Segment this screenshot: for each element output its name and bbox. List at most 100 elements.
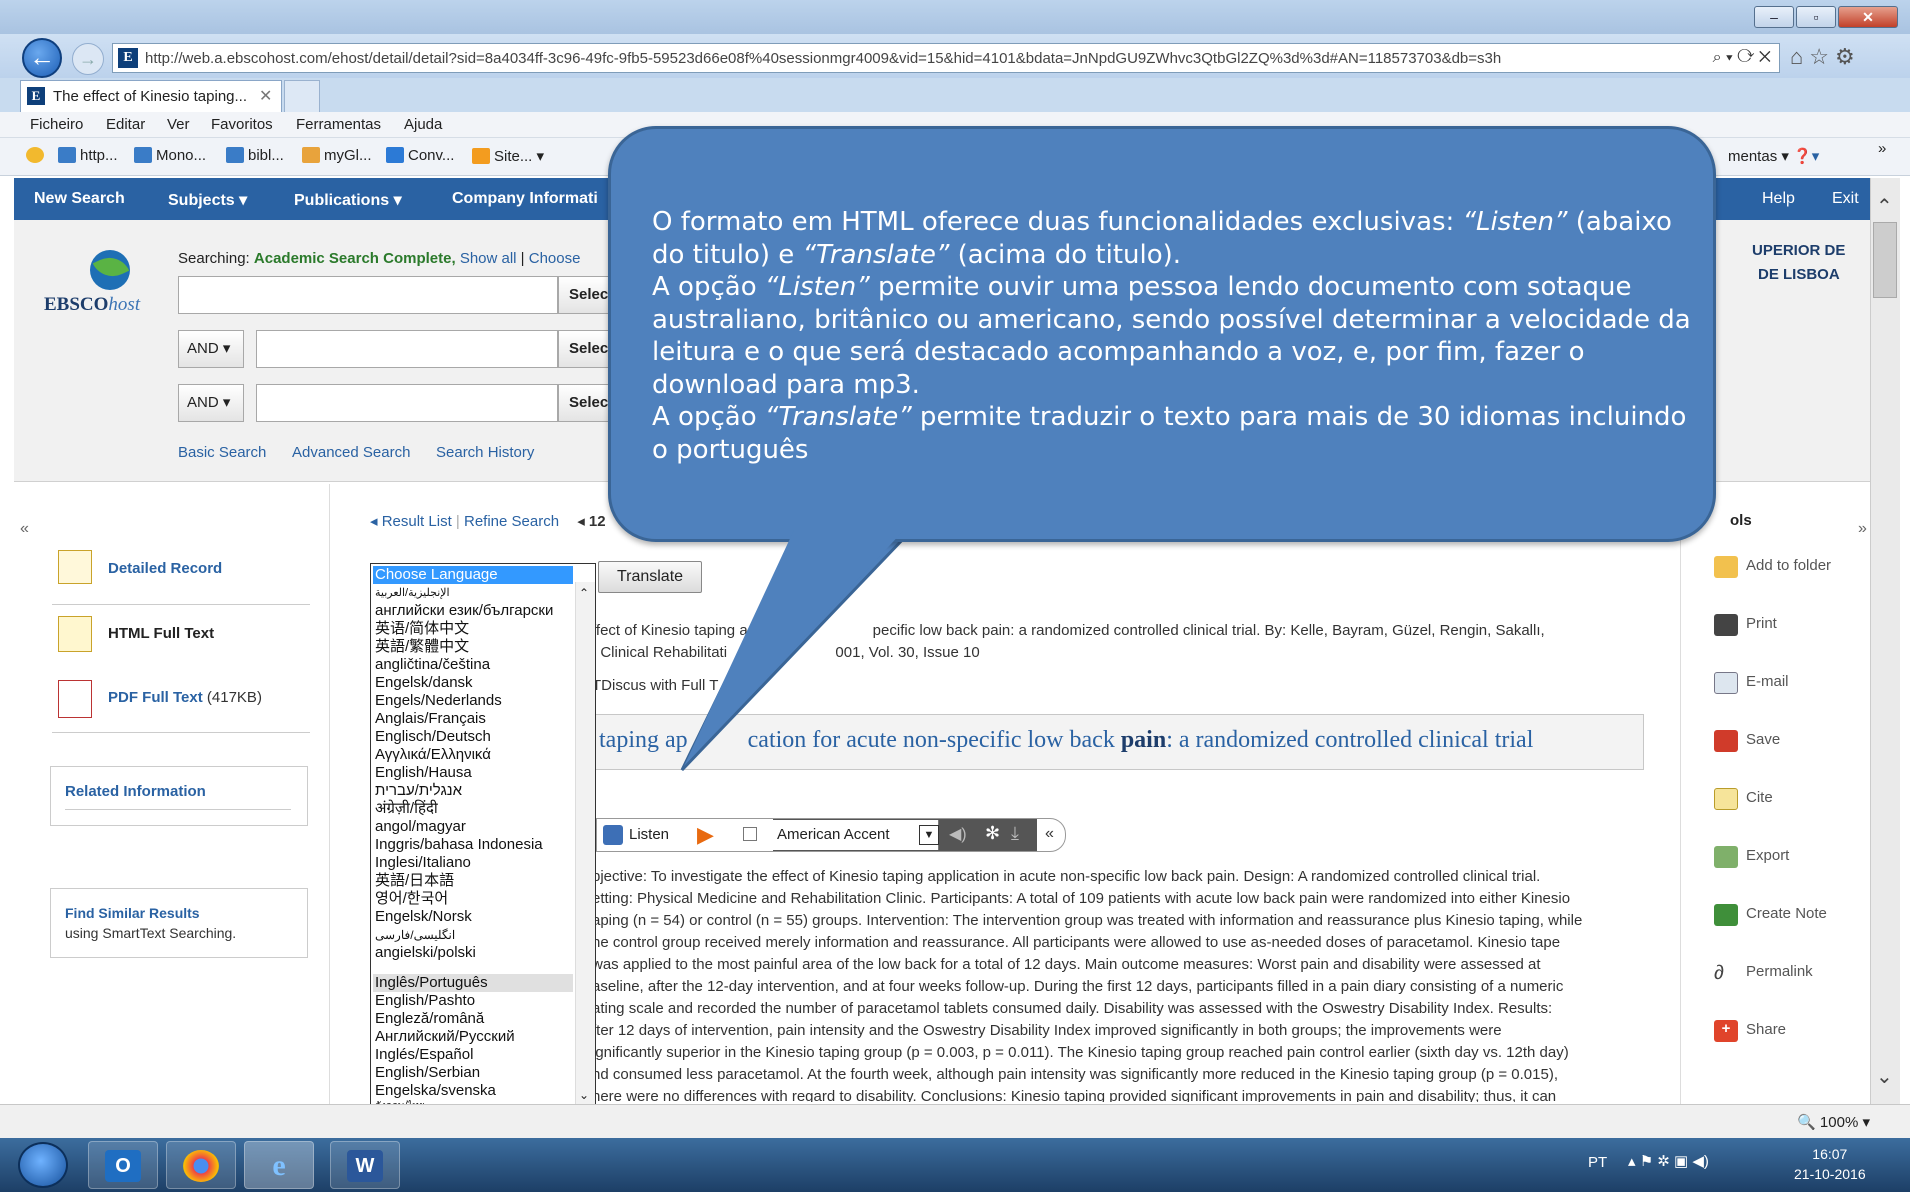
tool-share[interactable]: Share (1746, 1021, 1786, 1038)
close-window-button[interactable]: ✕ (1838, 6, 1898, 28)
fav-item-6[interactable]: Site... ▾ (472, 147, 544, 165)
boolean-select-1[interactable]: AND ▾ (178, 330, 244, 368)
tool-permalink[interactable]: Permalink (1746, 963, 1813, 980)
show-all-link[interactable]: Show all (460, 250, 517, 267)
language-option[interactable]: अंग्रेज़ी/हिंदी (375, 800, 438, 818)
gear-icon[interactable]: ✻ (985, 823, 1000, 844)
scroll-up-icon[interactable]: ⌃ (1876, 194, 1893, 219)
help-icon[interactable]: ❓▾ (1793, 148, 1819, 165)
language-option[interactable]: Αγγλικά/Ελληνικά (375, 746, 491, 764)
nav-new-search[interactable]: New Search (34, 190, 125, 208)
language-option[interactable]: Английский/Русский (375, 1028, 515, 1046)
fav-item-3[interactable]: bibl... (226, 147, 284, 164)
menu-editar[interactable]: Editar (106, 116, 145, 133)
language-option[interactable]: English/Serbian (375, 1064, 480, 1082)
taskbar-outlook[interactable]: O (88, 1141, 158, 1189)
language-option[interactable]: 영어/한국어 (375, 890, 448, 908)
chevron-down-icon[interactable]: ⌄ (579, 1088, 589, 1102)
collapse-player-icon[interactable]: « (1045, 825, 1054, 843)
menu-ajuda[interactable]: Ajuda (404, 116, 442, 133)
result-list-link[interactable]: ◂ Result List (370, 513, 452, 530)
choose-databases-link[interactable]: Choose (529, 250, 581, 267)
refine-search-link[interactable]: Refine Search (464, 513, 559, 530)
zoom-control[interactable]: 🔍 100% ▾ (1797, 1113, 1870, 1131)
fav-item-1[interactable]: http... (58, 147, 118, 164)
language-option[interactable]: Engleză/română (375, 1010, 484, 1028)
language-option[interactable]: Engels/Nederlands (375, 692, 502, 710)
taskbar-chrome[interactable] (166, 1141, 236, 1189)
language-option[interactable]: 英语/简体中文 (375, 620, 469, 638)
play-icon[interactable]: ▶ (697, 822, 714, 848)
translate-button[interactable]: Translate (598, 561, 702, 593)
scroll-down-icon[interactable]: ⌄ (1876, 1064, 1893, 1089)
taskbar-word[interactable]: W (330, 1141, 400, 1189)
language-option[interactable]: angielski/polski (375, 944, 476, 962)
language-option[interactable]: Choose Language (375, 566, 498, 584)
search-input-1[interactable] (178, 276, 558, 314)
fav-item-5[interactable]: Conv... (386, 147, 454, 164)
language-option[interactable]: angol/magyar (375, 818, 466, 836)
language-option[interactable]: 英語/日本語 (375, 872, 454, 890)
search-history-link[interactable]: Search History (436, 444, 534, 461)
download-icon[interactable]: ⤓ (1011, 823, 1019, 844)
language-option[interactable]: английски език/български (375, 602, 553, 620)
tool-save[interactable]: Save (1746, 731, 1780, 748)
find-similar-link[interactable]: Find Similar Results (65, 905, 200, 921)
language-option-selected[interactable]: Inglês/Português (375, 974, 488, 992)
tool-email[interactable]: E-mail (1746, 673, 1789, 690)
collapse-right-icon[interactable]: » (1858, 520, 1867, 538)
menu-favoritos[interactable]: Favoritos (211, 116, 273, 133)
fav-item-2[interactable]: Mono... (134, 147, 206, 164)
tool-print[interactable]: Print (1746, 615, 1777, 632)
advanced-search-link[interactable]: Advanced Search (292, 444, 410, 461)
forward-button[interactable]: → (72, 43, 104, 75)
nav-help[interactable]: Help (1762, 190, 1795, 208)
menu-ferramentas[interactable]: Ferramentas (296, 116, 381, 133)
page-scrollbar[interactable] (1870, 178, 1900, 1104)
tools-menu-button[interactable]: mentas ▾ ❓▾ (1728, 147, 1819, 165)
scrollbar-thumb[interactable] (1873, 222, 1897, 298)
address-bar-icons[interactable]: ⌕ ▾ ⟳ ✕ (1713, 49, 1771, 67)
result-counter[interactable]: ◂ 12 (577, 513, 605, 530)
language-dropdown[interactable]: ⌃ ⌄ Choose Language الإنجليزية/العربية а… (370, 563, 596, 1111)
pdf-full-text-link[interactable]: PDF Full Text (417KB) (108, 689, 262, 706)
tool-export[interactable]: Export (1746, 847, 1789, 864)
volume-icon[interactable]: ◀) (949, 824, 967, 844)
basic-search-link[interactable]: Basic Search (178, 444, 266, 461)
taskbar-ie[interactable]: e (244, 1141, 314, 1189)
minimize-button[interactable]: – (1754, 6, 1794, 28)
address-bar[interactable]: E http://web.a.ebscohost.com/ehost/detai… (112, 43, 1780, 73)
language-option[interactable]: Inglesi/Italiano (375, 854, 471, 872)
language-option[interactable]: الإنجليزية/العربية (375, 584, 450, 602)
tray-icons[interactable]: ▴ ⚑ ✲ ▣ ◀) (1628, 1152, 1709, 1170)
language-option[interactable]: אנגלית/עברית (375, 782, 462, 800)
nav-subjects[interactable]: Subjects ▾ (168, 190, 247, 210)
language-option[interactable]: angličtina/čeština (375, 656, 490, 674)
language-indicator[interactable]: PT (1588, 1154, 1607, 1171)
language-option[interactable]: Anglais/Français (375, 710, 486, 728)
maximize-button[interactable]: ▫ (1796, 6, 1836, 28)
language-option[interactable]: Englisch/Deutsch (375, 728, 491, 746)
listen-button[interactable]: Listen (629, 826, 669, 843)
menu-ver[interactable]: Ver (167, 116, 190, 133)
language-option[interactable]: Engelsk/dansk (375, 674, 473, 692)
boolean-select-2[interactable]: AND ▾ (178, 384, 244, 422)
stop-icon[interactable] (743, 827, 757, 841)
tab-active[interactable]: E The effect of Kinesio taping... ✕ (20, 80, 282, 112)
new-tab-button[interactable] (284, 80, 320, 112)
nav-publications[interactable]: Publications ▾ (294, 190, 402, 210)
windows-start-button[interactable] (18, 1142, 68, 1188)
chevron-right-icon[interactable]: » (1878, 140, 1886, 157)
tab-close-icon[interactable]: ✕ (259, 86, 272, 106)
nav-exit[interactable]: Exit (1832, 190, 1859, 208)
tool-cite[interactable]: Cite (1746, 789, 1773, 806)
detailed-record-link[interactable]: Detailed Record (108, 560, 222, 577)
menu-ficheiro[interactable]: Ficheiro (30, 116, 83, 133)
search-input-3[interactable] (256, 384, 558, 422)
language-option[interactable]: English/Hausa (375, 764, 472, 782)
language-option[interactable]: Engelsk/Norsk (375, 908, 472, 926)
chevron-down-icon[interactable]: ▼ (919, 825, 939, 845)
nav-company[interactable]: Company Informati (452, 190, 598, 208)
tool-add-to-folder[interactable]: Add to folder (1746, 557, 1831, 574)
tool-create-note[interactable]: Create Note (1746, 905, 1827, 922)
